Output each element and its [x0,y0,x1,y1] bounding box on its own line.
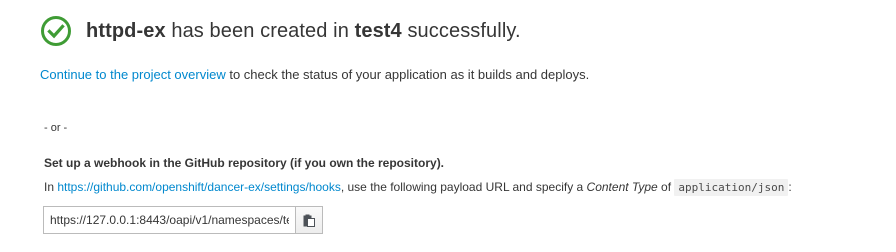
headline-middle-text: has been created in [165,20,355,42]
webhook-title: Set up a webhook in the GitHub repositor… [44,156,445,170]
content-type-value: application/json [674,179,789,196]
github-hooks-link[interactable]: https://github.com/openshift/dancer-ex/s… [57,180,341,194]
next-steps-line: Continue to the project overview to chec… [40,66,589,84]
or-separator: - or - [44,122,68,134]
success-banner: httpd-ex has been created in test4 succe… [40,13,521,49]
webhook-description: In https://github.com/openshift/dancer-e… [44,178,792,197]
app-name: httpd-ex [86,20,166,42]
webhook-desc-end: : [788,180,792,194]
clipboard-icon [303,214,315,227]
webhook-desc-of: of [657,180,675,194]
webhook-desc-prefix: In [44,180,58,194]
next-steps-text: to check the status of your application … [225,67,590,82]
copy-to-clipboard-button[interactable] [295,206,323,234]
check-circle-icon [41,16,71,46]
payload-url-group [43,206,323,234]
project-overview-link[interactable]: Continue to the project overview [40,67,226,82]
success-headline: httpd-ex has been created in test4 succe… [86,15,521,47]
project-name: test4 [354,20,402,42]
webhook-desc-middle: , use the following payload URL and spec… [340,180,587,194]
headline-end-text: successfully. [401,20,521,42]
content-type-label: Content Type [586,180,658,194]
payload-url-input[interactable] [43,206,295,234]
